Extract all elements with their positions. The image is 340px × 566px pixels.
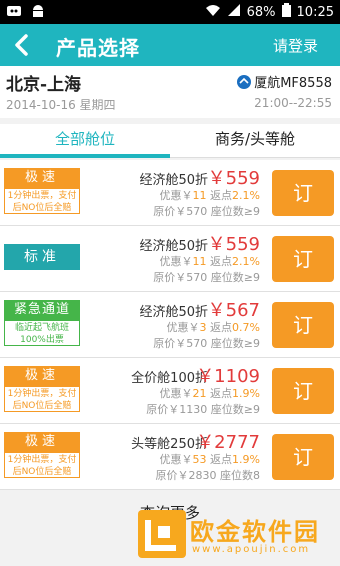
fare-tag: 标准 [4,234,80,280]
fare-discount: 优惠￥53 返点1.9% [159,453,260,466]
book-button[interactable]: 订 [272,368,334,414]
flight-time: 21:00--22:55 [254,96,332,110]
app-notification-icon [6,3,22,19]
fare-tag-subtitle: 临近起飞航班100%出票 [4,320,80,346]
route-title: 北京-上海 [6,75,82,95]
cabin-class: 经济舱50折 [139,305,208,320]
watermark-url: www.apoujin.com [192,544,311,555]
airline-logo-icon [237,74,252,89]
fare-tag-title: 极速 [4,432,80,452]
flight-number: 厦航MF8558 [254,76,332,91]
fare-original: 原价￥1130 座位数≥9 [146,403,260,416]
fare-list: 极速 1分钟出票，支付后NO位后全赔 经济舱50折 ￥559 优惠￥11 返点2… [0,160,340,490]
airline-flight: 厦航MF8558 [237,72,332,91]
flight-date: 2014-10-16 星期四 [6,98,116,112]
battery-icon [281,3,291,21]
fare-tag-subtitle: 1分钟出票，支付后NO位后全赔 [4,188,80,214]
fare-tag-title: 紧急通道 [4,300,80,320]
fare-tag: 极速 1分钟出票，支付后NO位后全赔 [4,432,80,478]
fare-tag: 极速 1分钟出票，支付后NO位后全赔 [4,168,80,214]
app-bar: 产品选择 请登录 [0,24,340,66]
fare-discount: 优惠￥21 返点1.9% [159,387,260,400]
fare-discount: 优惠￥3 返点0.7% [166,321,260,334]
fare-tag-subtitle: 1分钟出票，支付后NO位后全赔 [4,452,80,478]
cabin-class: 经济舱50折 [139,173,208,188]
tab-business-first[interactable]: 商务/头等舱 [170,124,340,158]
book-button[interactable]: 订 [272,170,334,216]
back-button[interactable] [8,31,36,59]
fare-row: 极速 1分钟出票，支付后NO位后全赔 头等舱250折 ￥2777 优惠￥53 返… [0,424,340,490]
fare-row: 紧急通道 临近起飞航班100%出票 经济舱50折 ￥567 优惠￥3 返点0.7… [0,292,340,358]
fare-original: 原价￥2830 座位数8 [155,469,261,482]
book-button[interactable]: 订 [272,434,334,480]
watermark-logo: 欧金软件园 www.apoujin.com [138,506,338,564]
fare-tag-title: 标准 [4,244,80,270]
fare-tag: 极速 1分钟出票，支付后NO位后全赔 [4,366,80,412]
fare-original: 原价￥570 座位数≥9 [153,337,260,350]
cabin-tabs: 全部舱位 商务/头等舱 [0,124,340,158]
book-button[interactable]: 订 [272,302,334,348]
fare-tag: 紧急通道 临近起飞航班100%出票 [4,300,80,346]
fare-row: 极速 1分钟出票，支付后NO位后全赔 全价舱100折 ￥1109 优惠￥21 返… [0,358,340,424]
clock: 10:25 [296,4,334,20]
watermark-text: 欧金软件园 [190,518,320,546]
tab-all-cabins[interactable]: 全部舱位 [0,124,170,158]
fare-row: 标准 经济舱50折 ￥559 优惠￥11 返点2.1% 原价￥570 座位数≥9… [0,226,340,292]
fare-tag-title: 极速 [4,168,80,188]
battery-percent: 68% [246,4,276,20]
fare-row: 极速 1分钟出票，支付后NO位后全赔 经济舱50折 ￥559 优惠￥11 返点2… [0,160,340,226]
fare-discount: 优惠￥11 返点2.1% [159,255,260,268]
fare-tag-subtitle: 1分钟出票，支付后NO位后全赔 [4,386,80,412]
flight-info: 北京-上海 厦航MF8558 2014-10-16 星期四 21:00--22:… [0,66,340,118]
fare-tag-title: 极速 [4,366,80,386]
login-link[interactable]: 请登录 [273,35,318,56]
signal-icon [227,3,241,21]
page-title: 产品选择 [56,36,140,60]
watermark-logo-icon [138,510,186,558]
android-icon [30,3,46,19]
fare-original: 原价￥570 座位数≥9 [153,271,260,284]
status-bar: 68% 10:25 [0,0,340,24]
cabin-class: 经济舱50折 [139,239,208,254]
chevron-left-icon [15,34,28,56]
fare-original: 原价￥570 座位数≥9 [153,205,260,218]
wifi-icon [205,3,221,21]
fare-discount: 优惠￥11 返点2.1% [159,189,260,202]
book-button[interactable]: 订 [272,236,334,282]
